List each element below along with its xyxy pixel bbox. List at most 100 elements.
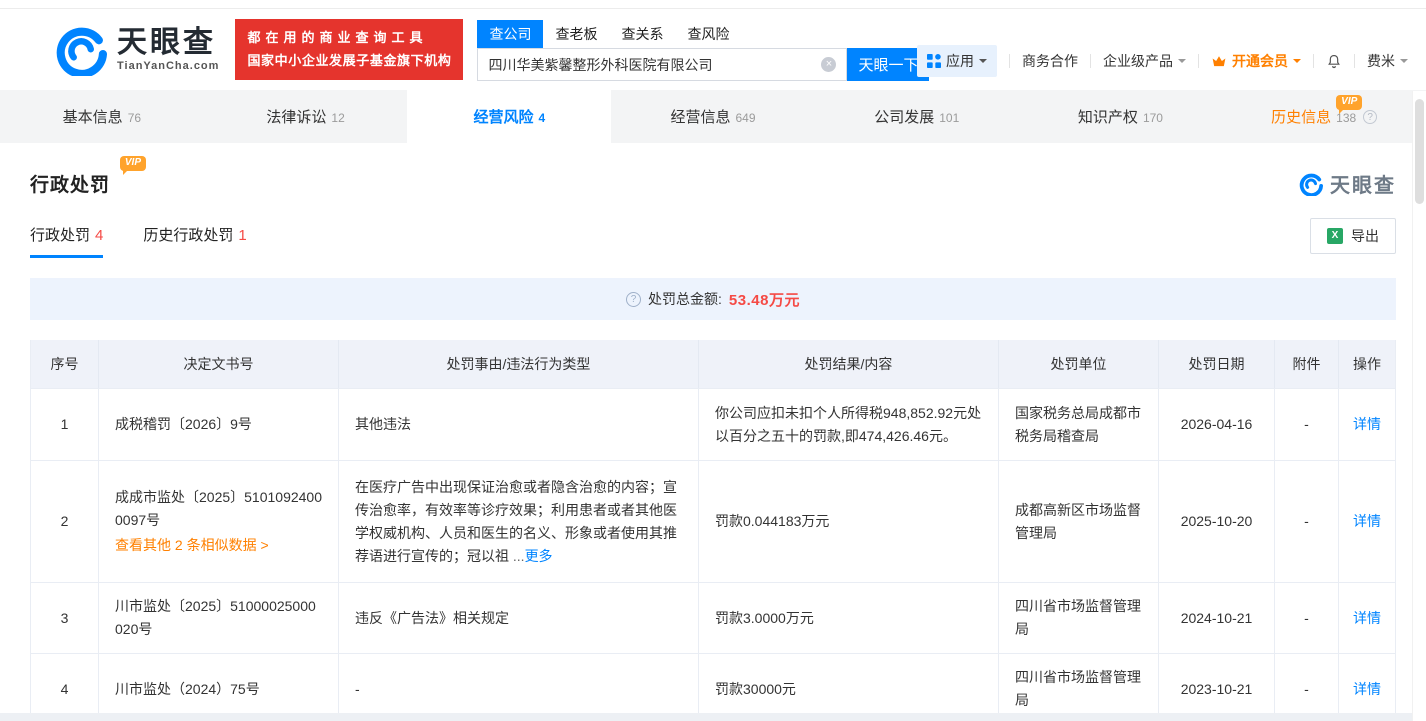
watermark-label: 天眼查 [1330, 169, 1396, 198]
col-header-doc: 决定文书号 [99, 340, 339, 388]
scrollbar-track[interactable] [1412, 91, 1426, 721]
cell-doc-number: 川市监处（2024）75号 [99, 653, 339, 721]
penalty-table: 序号 决定文书号 处罚事由/违法行为类型 处罚结果/内容 处罚单位 处罚日期 附… [30, 340, 1396, 721]
chevron-down-icon [979, 59, 987, 67]
business-cooperation-link[interactable]: 商务合作 [1022, 51, 1078, 71]
tianyancha-logo[interactable]: 天眼查 TianYanCha.com [55, 24, 219, 76]
tab-label: 经营风险 [473, 106, 533, 127]
divider [1198, 54, 1199, 68]
main-content: VIP 行政处罚 天眼查 行政处罚 4 历史行政处罚 1 X 导出 ? 处罚总金额:… [0, 143, 1426, 721]
enterprise-products-menu[interactable]: 企业级产品 [1103, 51, 1186, 71]
cell-result: 你公司应扣未扣个人所得税948,852.92元处以百分之五十的罚款,即474,4… [699, 388, 999, 460]
tab-count: 170 [1143, 111, 1163, 125]
tab-basic-info[interactable]: 基本信息 76 [0, 90, 204, 143]
tab-count: 649 [736, 111, 756, 125]
tab-count: 76 [128, 111, 141, 125]
tab-history-info[interactable]: VIP 历史信息 138 ? [1222, 90, 1426, 143]
col-header-no: 序号 [31, 340, 99, 388]
cell-reason: 违反《广告法》相关规定 [339, 582, 699, 653]
cell-unit: 四川省市场监督管理局 [999, 582, 1159, 653]
search-module: 查公司 查老板 查关系 查风险 × 天眼一下 [477, 20, 929, 81]
ellipsis-text: ... [513, 548, 525, 564]
detail-link[interactable]: 详情 [1353, 607, 1381, 630]
cell-no: 2 [31, 460, 99, 582]
search-box: × [477, 48, 847, 81]
penalty-subtabs: 行政处罚4 历史行政处罚1 X 导出 [30, 224, 1396, 258]
cell-attachment: - [1275, 653, 1339, 721]
table-header-row: 序号 决定文书号 处罚事由/违法行为类型 处罚结果/内容 处罚单位 处罚日期 附… [31, 340, 1395, 388]
subtab-admin-penalty[interactable]: 行政处罚 4 [30, 224, 103, 258]
subtab-count: 1 [238, 227, 246, 244]
clear-search-icon[interactable]: × [821, 57, 836, 72]
open-vip-label: 开通会员 [1232, 51, 1288, 71]
cell-attachment: - [1275, 388, 1339, 460]
scrollbar-thumb[interactable] [1415, 99, 1424, 204]
cell-reason: - [339, 653, 699, 721]
notifications-button[interactable] [1326, 53, 1342, 70]
divider [1090, 54, 1091, 68]
apps-menu-label: 应用 [946, 51, 974, 71]
search-tab-risk[interactable]: 查风险 [675, 20, 741, 48]
doc-number-text: 成成市监处〔2025〕51010924000097号 [115, 486, 322, 532]
detail-link[interactable]: 详情 [1353, 510, 1381, 533]
tab-operating-info[interactable]: 经营信息 649 [611, 90, 815, 143]
vip-badge: VIP [120, 156, 146, 171]
page-title: 行政处罚 [30, 170, 110, 197]
apps-grid-icon [927, 54, 941, 68]
bell-icon [1326, 53, 1342, 70]
tianyancha-swirl-icon [55, 24, 107, 76]
subtab-label: 行政处罚 [30, 227, 90, 244]
subtab-history-admin-penalty[interactable]: 历史行政处罚 1 [143, 224, 246, 258]
help-icon[interactable]: ? [1363, 110, 1377, 124]
apps-menu[interactable]: 应用 [917, 45, 997, 77]
enterprise-products-label: 企业级产品 [1103, 51, 1173, 71]
search-tab-boss[interactable]: 查老板 [543, 20, 609, 48]
tab-intellectual-property[interactable]: 知识产权 170 [1019, 90, 1223, 143]
detail-link[interactable]: 详情 [1353, 678, 1381, 701]
cell-result: 罚款3.0000万元 [699, 582, 999, 653]
tab-label: 经营信息 [670, 106, 730, 127]
search-input[interactable] [488, 57, 821, 73]
penalty-total-banner: ? 处罚总金额: 53.48万元 [30, 278, 1396, 320]
tab-label: 历史信息 [1271, 106, 1331, 127]
tab-company-development[interactable]: 公司发展 101 [815, 90, 1019, 143]
cell-attachment: - [1275, 460, 1339, 582]
cell-result: 罚款0.044183万元 [699, 460, 999, 582]
search-tab-company[interactable]: 查公司 [477, 20, 543, 48]
tab-count: 12 [331, 111, 344, 125]
table-row: 4 川市监处（2024）75号 - 罚款30000元 四川省市场监督管理局 20… [31, 653, 1395, 721]
site-header: 天眼查 TianYanCha.com 都在用的商业查询工具 国家中小企业发展子基… [0, 9, 1426, 90]
divider [1354, 54, 1355, 68]
open-vip-menu[interactable]: 开通会员 [1211, 51, 1301, 71]
tianyancha-swirl-icon [1299, 172, 1323, 196]
search-tabs: 查公司 查老板 查关系 查风险 [477, 20, 929, 48]
more-link[interactable]: 更多 [525, 548, 553, 564]
question-circle-icon[interactable]: ? [626, 292, 641, 307]
logo-title: 天眼查 [117, 27, 219, 59]
col-header-result: 处罚结果/内容 [699, 340, 999, 388]
search-tab-relation[interactable]: 查关系 [609, 20, 675, 48]
col-header-unit: 处罚单位 [999, 340, 1159, 388]
cell-date: 2024-10-21 [1159, 582, 1275, 653]
user-account-menu[interactable]: 费米 [1367, 51, 1408, 71]
cell-unit: 国家税务总局成都市税务局稽查局 [999, 388, 1159, 460]
similar-data-link[interactable]: 查看其他 2 条相似数据 > [115, 534, 322, 557]
username-label: 费米 [1367, 51, 1395, 71]
subtab-label: 历史行政处罚 [143, 227, 233, 244]
brand-slogan: 都在用的商业查询工具 国家中小企业发展子基金旗下机构 [235, 19, 463, 79]
cell-reason: 其他违法 [339, 388, 699, 460]
slogan-line1: 都在用的商业查询工具 [247, 27, 451, 49]
col-header-action: 操作 [1339, 340, 1395, 388]
export-button[interactable]: X 导出 [1310, 218, 1396, 254]
cell-no: 4 [31, 653, 99, 721]
tab-legal-litigation[interactable]: 法律诉讼 12 [204, 90, 408, 143]
cell-result: 罚款30000元 [699, 653, 999, 721]
cell-attachment: - [1275, 582, 1339, 653]
chevron-down-icon [1400, 59, 1408, 67]
cell-doc-number: 川市监处〔2025〕51000025000020号 [99, 582, 339, 653]
tab-operating-risk[interactable]: 经营风险 4 [407, 90, 611, 143]
detail-link[interactable]: 详情 [1353, 413, 1381, 436]
divider [1009, 54, 1010, 68]
subtab-count: 4 [95, 227, 103, 244]
cell-unit: 成都高新区市场监督管理局 [999, 460, 1159, 582]
